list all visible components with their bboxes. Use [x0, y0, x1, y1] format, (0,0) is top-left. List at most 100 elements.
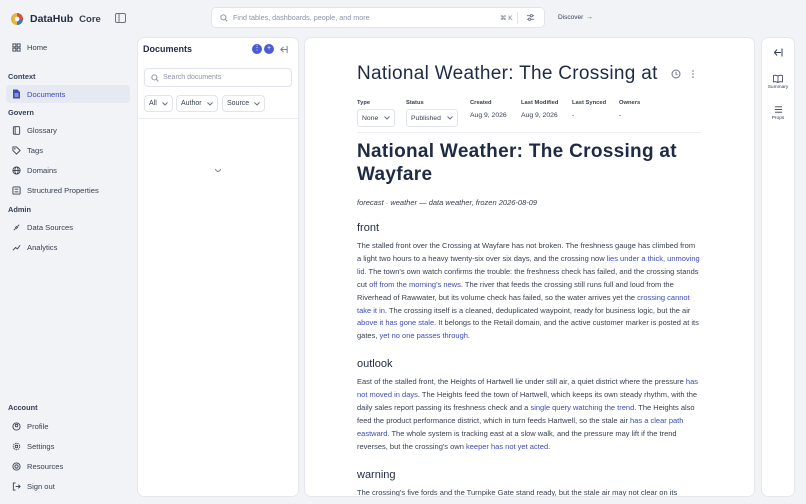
section-body-front: The stalled front over the Crossing at W… [357, 240, 701, 343]
app-name: DataHub [30, 13, 74, 25]
left-sidebar: DataHub Core Home Context Documents Gove… [0, 0, 137, 504]
sidebar-item-label: Home [27, 42, 48, 52]
owners-label: Owners [619, 100, 641, 106]
sidebar-item-label: Analytics [27, 242, 58, 252]
filter-label: Source [227, 100, 250, 107]
status-value: Published [411, 114, 441, 122]
type-select[interactable]: None [357, 109, 396, 127]
sidebar-item-analytics[interactable]: Analytics [6, 238, 130, 256]
edition-badge: Core [79, 13, 101, 25]
inline-link[interactable]: off from the morning's news [369, 280, 461, 289]
document-title: National Weather: The Crossing at Wayfar… [357, 141, 677, 185]
rail-tab-summary[interactable]: Summary [762, 74, 794, 90]
nav-section-admin: Admin [8, 205, 31, 214]
filter-author-dropdown[interactable]: Author [176, 95, 218, 112]
paragraph-text: . [467, 331, 471, 341]
list-icon [774, 105, 783, 116]
documents-panel-title: Documents [143, 44, 193, 54]
paragraph-text: The crossing's five fords and the Turnpi… [357, 487, 678, 496]
document-header-title: National Weather: The Crossing at [357, 63, 658, 84]
nav-section-govern: Govern [8, 108, 34, 117]
chevron-down-icon [441, 116, 453, 120]
global-search-input[interactable]: Find tables, dashboards, people, and mor… [211, 7, 545, 28]
sidebar-item-home[interactable]: Home [6, 38, 130, 56]
sidebar-item-sign-out[interactable]: Sign out [6, 477, 130, 495]
sidebar-item-structured-properties[interactable]: Structured Properties [6, 181, 130, 199]
sidebar-item-profile[interactable]: Profile [6, 417, 130, 435]
sidebar-item-label: Structured Properties [27, 185, 99, 195]
user-icon [12, 421, 27, 431]
filter-all-dropdown[interactable]: All [144, 95, 173, 112]
plug-icon [12, 223, 27, 232]
last-modified-label: Last Modified [521, 100, 559, 106]
add-document-icon[interactable]: + [264, 44, 274, 54]
inline-link[interactable]: keeper has not yet acted [466, 442, 548, 451]
paragraph-text: East of the stalled front, the Heights o… [357, 377, 686, 387]
search-divider [517, 12, 518, 24]
document-icon [12, 89, 27, 99]
status-select[interactable]: Published [406, 109, 458, 127]
created-value: Aug 9, 2026 [470, 112, 507, 119]
rail-tab-label: Props [771, 116, 785, 121]
documents-search-input[interactable]: Search documents [144, 68, 292, 87]
type-label: Type [357, 100, 371, 106]
last-synced-label: Last Synced [572, 100, 607, 106]
sidebar-item-label: Data Sources [27, 222, 74, 232]
chevron-down-icon [249, 101, 261, 106]
rail-tab-props[interactable]: Props [762, 105, 794, 121]
globe-icon [12, 165, 27, 175]
nav-section-account: Account [8, 403, 38, 412]
sidebar-item-label: Domains [27, 165, 57, 175]
sidebar-item-data-sources[interactable]: Data Sources [6, 218, 130, 236]
sidebar-item-domains[interactable]: Domains [6, 161, 130, 179]
status-label: Status [406, 100, 424, 106]
more-options-icon[interactable] [691, 69, 695, 79]
section-heading-warning: warning [357, 468, 396, 481]
collapse-rail-icon[interactable] [773, 48, 783, 57]
documents-search-placeholder: Search documents [163, 74, 222, 81]
inline-link[interactable]: above it has gone stale [357, 318, 434, 327]
book-icon [12, 125, 27, 135]
sidebar-item-resources[interactable]: Resources [6, 457, 130, 475]
discover-link[interactable]: Discover → [558, 14, 593, 21]
sidebar-item-tags[interactable]: Tags [6, 141, 130, 159]
sign-out-icon [12, 481, 27, 491]
collapse-panel-icon[interactable] [279, 45, 288, 54]
trend-icon [12, 243, 27, 252]
sidebar-item-label: Documents [27, 89, 66, 99]
document-content: National Weather: The Crossing at Wayfar… [357, 138, 701, 496]
home-icon [12, 42, 27, 52]
section-heading-outlook: outlook [357, 358, 393, 371]
rail-tab-label: Summary [767, 85, 789, 90]
section-body-outlook: East of the stalled front, the Heights o… [357, 376, 701, 453]
document-subtitle: forecast · weather — data weather, froze… [357, 198, 538, 207]
filter-sliders-icon[interactable] [526, 13, 540, 22]
search-icon [220, 13, 233, 22]
inline-link[interactable]: single query watching the trend [530, 403, 634, 412]
sidebar-item-glossary[interactable]: Glossary [6, 121, 130, 139]
sidebar-item-label: Settings [27, 441, 55, 451]
chevron-down-icon [202, 101, 213, 106]
sidebar-item-label: Resources [27, 461, 64, 471]
sidebar-item-documents[interactable]: Documents [6, 85, 130, 103]
sidebar-collapse-icon[interactable] [115, 13, 126, 23]
search-shortcut-hint: ⌘ K [500, 15, 513, 22]
sidebar-item-settings[interactable]: Settings [6, 437, 130, 455]
tag-icon [12, 145, 27, 155]
inline-link[interactable]: yet no one passes through [380, 331, 468, 340]
app-brand[interactable]: DataHub Core [10, 10, 101, 28]
document-menu-icon[interactable]: ⋮ [252, 44, 262, 54]
nav-section-context: Context [8, 72, 36, 81]
documents-panel: Documents ⋮ + Search documents All Autho… [138, 38, 298, 496]
history-icon[interactable] [671, 69, 681, 79]
paragraph-text: . [548, 441, 551, 451]
type-value: None [362, 114, 379, 122]
sidebar-item-label: Tags [27, 145, 44, 155]
last-synced-value: - [572, 112, 575, 119]
global-search-placeholder: Find tables, dashboards, people, and mor… [233, 13, 370, 22]
chevron-down-icon [378, 116, 391, 120]
filter-source-dropdown[interactable]: Source [222, 95, 266, 112]
gear-icon [12, 442, 27, 451]
search-icon [151, 73, 163, 82]
panel-divider [138, 118, 298, 119]
